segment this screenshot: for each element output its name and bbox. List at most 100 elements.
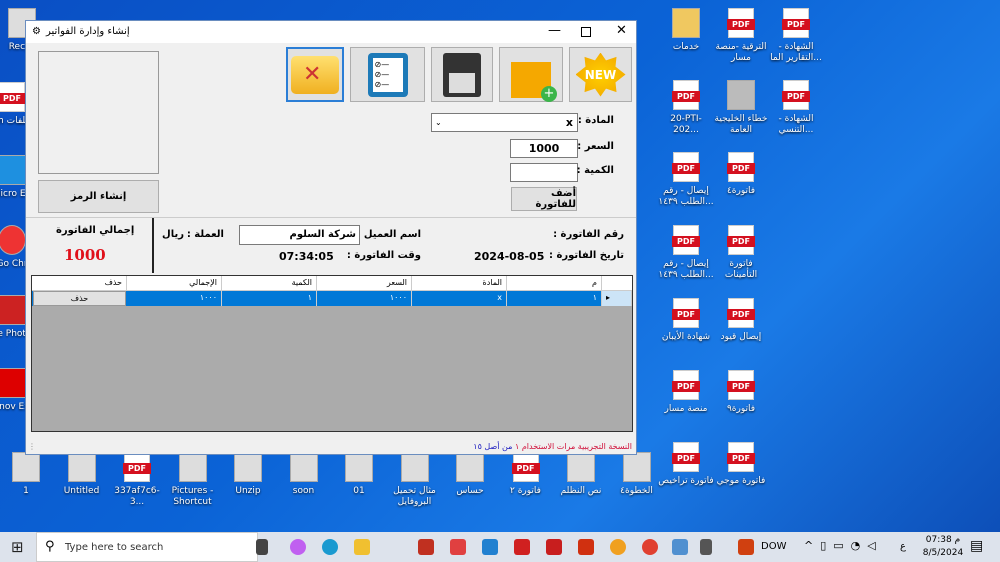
desktop-icon[interactable]: PDF إيصال قيود xyxy=(713,298,769,343)
notifications-icon[interactable]: ▤ xyxy=(970,538,983,554)
desktop-icon[interactable]: 1 xyxy=(0,452,54,497)
row-cell: ١ xyxy=(222,291,317,306)
desktop-icon[interactable]: PDF فاتورة تراخيص xyxy=(658,442,714,487)
column-header[interactable]: المادة xyxy=(412,276,507,290)
desktop-icon[interactable]: PDF فاتورة٩ xyxy=(713,370,769,415)
pdf-icon: PDF xyxy=(672,298,700,328)
winrar-icon[interactable] xyxy=(672,539,688,555)
desktop-icon[interactable]: PDF الشهادة - التنسي... xyxy=(768,80,824,136)
app-icon[interactable] xyxy=(418,539,434,555)
copilot-icon[interactable] xyxy=(290,539,306,555)
desktop-icon[interactable]: PDF منصة مسار xyxy=(658,370,714,415)
table-row[interactable]: ▸ ١ x ١٠٠٠ ١ ١٠٠٠ حذف xyxy=(32,291,632,306)
save-button[interactable] xyxy=(431,47,493,102)
pdf-badge: PDF xyxy=(672,453,700,464)
desktop-icon[interactable]: PDF 337af7c6-3... xyxy=(109,452,165,508)
currency-value: ريال xyxy=(162,229,184,240)
clock[interactable]: 07:38 م 8/5/2024 xyxy=(918,534,968,560)
icon-label: إيصال قيود xyxy=(720,332,762,342)
desktop-icon[interactable]: نص النظلم xyxy=(553,452,609,497)
column-header[interactable]: الكمية xyxy=(222,276,317,290)
edge-icon[interactable] xyxy=(322,539,338,555)
desktop-icon[interactable]: مثال تحميل البروفايل xyxy=(387,452,443,508)
invoice-items-grid[interactable]: م المادة السعر الكمية الإجمالي حذف ▸ ١ x… xyxy=(31,275,633,432)
pdf-icon: PDF xyxy=(727,225,755,255)
shopping-bag-add-icon: + xyxy=(511,61,557,102)
customer-input[interactable]: شركة السلوم xyxy=(239,225,360,245)
pdf-badge: PDF xyxy=(727,19,755,30)
add-to-invoice-button[interactable]: أضف للفاتورة xyxy=(511,187,577,211)
generate-code-button[interactable]: إنشاء الرمز xyxy=(38,180,159,213)
pdf-badge: PDF xyxy=(0,93,26,104)
pdf-icon: PDF xyxy=(672,370,700,400)
total-label: إجمالي الفاتورة xyxy=(56,225,135,236)
desktop-icon[interactable]: PDF فاتورة التأمينات xyxy=(713,225,769,281)
desktop-icon[interactable]: خدمات xyxy=(658,8,714,53)
desktop-icon[interactable]: حساس xyxy=(442,452,498,497)
tools-button[interactable]: ✕ xyxy=(286,47,344,102)
icon-label: نص النظلم xyxy=(560,486,602,496)
title-bar[interactable]: ⚙ إنشاء وإدارة الفواتير — ✕ xyxy=(26,21,636,43)
invoice-app-icon[interactable] xyxy=(700,539,712,555)
desktop-icon[interactable]: PDF فاتورة موجي xyxy=(713,442,769,487)
desktop-icon[interactable]: الخطوة٤ xyxy=(609,452,665,497)
column-header[interactable]: حذف xyxy=(32,276,127,290)
desktop-icon[interactable]: Untitled xyxy=(54,452,110,497)
app-icon[interactable] xyxy=(610,539,626,555)
pdf-icon: PDF xyxy=(672,225,700,255)
price-input[interactable]: 1000 xyxy=(510,139,578,158)
desktop-icon[interactable]: 01 xyxy=(331,452,387,497)
column-header[interactable]: الإجمالي xyxy=(127,276,222,290)
column-header[interactable]: السعر xyxy=(317,276,412,290)
filezilla-icon[interactable] xyxy=(578,539,594,555)
quantity-input[interactable] xyxy=(510,163,578,182)
new-invoice-button[interactable]: NEW xyxy=(569,47,632,102)
file-explorer-icon[interactable] xyxy=(354,539,370,555)
pdf-badge: PDF xyxy=(727,381,755,392)
desktop-icon[interactable]: PDF إيصال - رقم الطلب ١٤٣٩... xyxy=(658,152,714,208)
uses-text: مرات الاستخدام xyxy=(521,442,576,451)
close-button[interactable]: ✕ xyxy=(616,23,627,38)
desktop-icon[interactable]: Unzip xyxy=(220,452,276,497)
folder-icon xyxy=(672,8,700,38)
checklist-button[interactable]: ⊘— ⊘— ⊘— xyxy=(350,47,425,102)
app-icon[interactable] xyxy=(450,539,466,555)
desktop-icon[interactable]: PDF الشهادة - التقارير الما... xyxy=(768,8,824,64)
icon-label: فاتورة موجي xyxy=(716,476,766,486)
desktop-icon[interactable]: PDF فاتورة٤ xyxy=(713,152,769,197)
language-indicator[interactable]: ع xyxy=(900,541,906,552)
icon-label: إيصال - رقم الطلب ١٤٣٩... xyxy=(658,259,714,280)
column-header[interactable]: م xyxy=(507,276,602,290)
widget-label[interactable]: DOW xyxy=(761,541,786,552)
mcafee-icon[interactable] xyxy=(546,539,562,555)
task-view-icon[interactable] xyxy=(256,539,268,555)
invoice-date-value: 2024-08-05 xyxy=(474,250,545,263)
pdf-icon: PDF xyxy=(727,442,755,472)
pdf-badge: PDF xyxy=(123,463,151,474)
store-icon[interactable] xyxy=(482,539,498,555)
chevron-down-icon: ⌄ xyxy=(435,118,442,127)
desktop-icon[interactable]: PDF شهادة الأيبان xyxy=(658,298,714,343)
row-selector-arrow-icon[interactable]: ▸ xyxy=(602,291,632,306)
add-item-button[interactable]: + xyxy=(499,47,563,102)
desktop-icon[interactable]: PDF فاتورة ٢ xyxy=(498,452,554,497)
item-select[interactable]: ⌄ x xyxy=(431,113,578,132)
app-icon[interactable] xyxy=(514,539,530,555)
desktop-icon[interactable]: Pictures - Shortcut xyxy=(165,452,221,508)
desktop-icon[interactable]: soon xyxy=(276,452,332,497)
maximize-button[interactable] xyxy=(581,27,591,37)
desktop-icon[interactable]: PDF الترقية -منصة مسار xyxy=(713,8,769,64)
delete-row-button[interactable]: حذف xyxy=(33,291,126,306)
resize-grip[interactable]: ⋮ xyxy=(28,442,36,451)
minimize-button[interactable]: — xyxy=(548,23,561,38)
row-cell: ١٠٠٠ xyxy=(317,291,412,306)
search-box[interactable]: ⚲ Type here to search xyxy=(36,532,258,562)
file-icon xyxy=(289,452,318,482)
chrome-icon[interactable] xyxy=(642,539,658,555)
desktop-icon[interactable]: خطاء الخليجية العامة xyxy=(713,80,769,136)
system-tray-icons[interactable]: ^▯▭◔◁ xyxy=(804,539,883,552)
desktop-icon[interactable]: PDF إيصال - رقم الطلب ١٤٣٩... xyxy=(658,225,714,281)
start-button[interactable]: ⊞ xyxy=(11,538,24,556)
desktop-icon[interactable]: PDF 20-PTI-202... xyxy=(658,80,714,136)
trial-text: النسخة التجريبية xyxy=(577,442,632,451)
